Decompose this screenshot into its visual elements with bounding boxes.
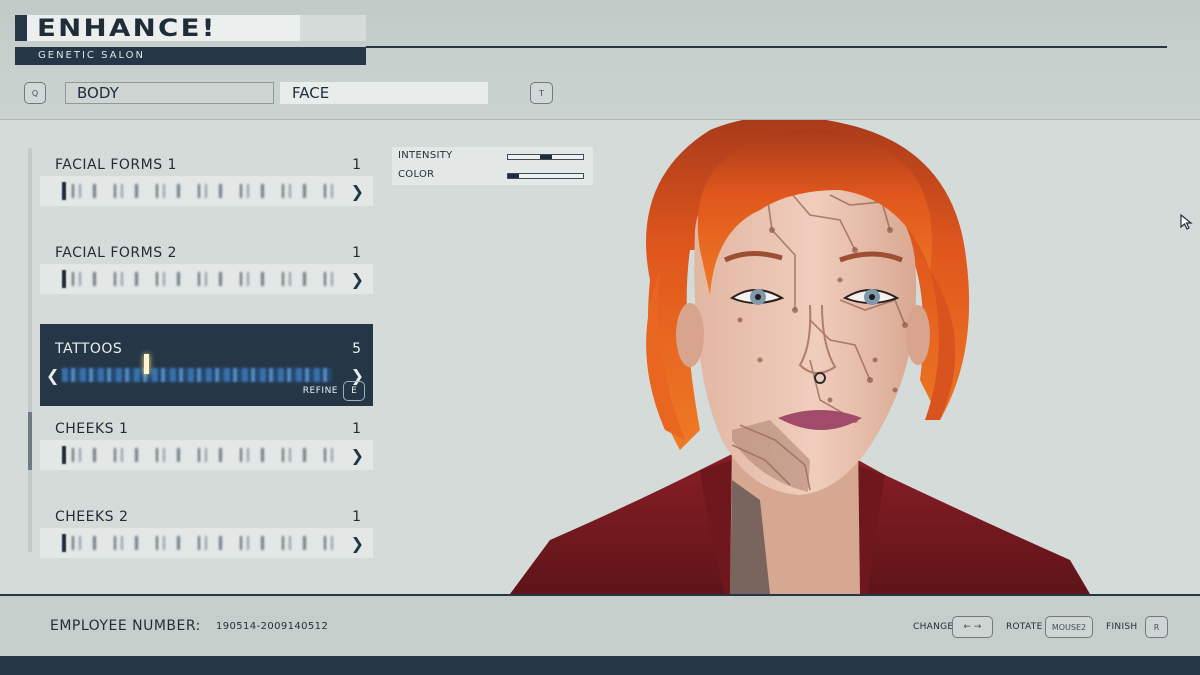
option-facial-forms-2[interactable]: FACIAL FORMS 2 1 ❯: [40, 228, 373, 308]
tab-left-key[interactable]: Q: [24, 82, 46, 104]
option-label: CHEEKS 2: [55, 509, 129, 525]
option-value: 1: [352, 421, 361, 437]
option-preview-strip[interactable]: ❯: [40, 440, 373, 470]
left-ear: [676, 303, 704, 367]
right-pupil: [869, 294, 875, 300]
mouse-cursor-icon: [1180, 214, 1193, 230]
preset-barcode: [62, 184, 342, 198]
character-portrait[interactable]: [510, 120, 1090, 594]
right-ear: [906, 305, 930, 365]
bottom-bar: [0, 656, 1200, 675]
finish-hint-label: FINISH: [1106, 622, 1138, 632]
chevron-right-icon[interactable]: ❯: [351, 270, 364, 289]
option-value: 5: [352, 341, 361, 357]
tattoo-sliders-panel: INTENSITY COLOR: [392, 147, 593, 185]
option-label: FACIAL FORMS 2: [55, 245, 177, 261]
preset-barcode: [62, 536, 342, 550]
option-label: FACIAL FORMS 1: [55, 157, 177, 173]
tab-right-key[interactable]: T: [530, 82, 553, 104]
finish-key[interactable]: R: [1145, 616, 1168, 638]
option-cheeks-2[interactable]: CHEEKS 2 1 ❯: [40, 492, 373, 572]
app-subtitle: GENETIC SALON: [38, 50, 146, 61]
option-value: 1: [352, 509, 361, 525]
option-preview-strip[interactable]: ❯: [40, 176, 373, 206]
preset-barcode: [62, 448, 342, 462]
preset-marker: [62, 182, 66, 200]
rotate-key[interactable]: MOUSE2: [1045, 616, 1093, 638]
main-area: FACIAL FORMS 1 1 ❯ FACIAL FORMS 2 1 ❯ TA…: [0, 120, 1200, 594]
change-key[interactable]: ← →: [952, 616, 993, 638]
option-cheeks-1[interactable]: CHEEKS 1 1 ❯: [40, 404, 373, 484]
intensity-slider[interactable]: [507, 154, 584, 160]
intensity-label: INTENSITY: [398, 150, 453, 161]
header-divider: [366, 46, 1167, 48]
intensity-slider-thumb[interactable]: [540, 155, 552, 159]
option-facial-forms-1[interactable]: FACIAL FORMS 1 1 ❯: [40, 140, 373, 220]
refine-label: REFINE: [302, 386, 338, 396]
rotate-hint-label: ROTATE: [1006, 622, 1043, 632]
employee-number-label: EMPLOYEE NUMBER:: [50, 618, 201, 634]
color-slider-fill[interactable]: [508, 174, 519, 178]
title-bar: ENHANCE!: [15, 15, 366, 41]
option-preview-strip[interactable]: ❯: [40, 528, 373, 558]
chevron-right-icon[interactable]: ❯: [351, 534, 364, 553]
title-fade: [300, 15, 366, 41]
color-label: COLOR: [398, 169, 435, 180]
subtitle-bar: GENETIC SALON: [15, 47, 366, 65]
options-scrollbar-thumb[interactable]: [28, 412, 32, 470]
option-tattoos[interactable]: TATTOOS 5 ❮ ❯ REFINE E: [40, 324, 373, 406]
options-scrollbar[interactable]: [28, 148, 32, 552]
change-hint-label: CHANGE: [913, 622, 954, 632]
chevron-right-icon[interactable]: ❯: [351, 182, 364, 201]
preset-marker: [62, 534, 66, 552]
preset-marker: [62, 270, 66, 288]
preset-barcode: [62, 368, 332, 382]
option-value: 1: [352, 245, 361, 261]
option-label: CHEEKS 1: [55, 421, 129, 437]
color-slider-row: COLOR: [398, 169, 588, 183]
intensity-slider-row: INTENSITY: [398, 150, 588, 164]
app-title: ENHANCE!: [37, 14, 217, 42]
option-label: TATTOOS: [55, 341, 123, 357]
title-accent: [15, 15, 27, 41]
left-pupil: [755, 294, 761, 300]
selected-preset-marker: [144, 354, 149, 374]
preset-marker: [62, 446, 66, 464]
preset-barcode: [62, 272, 342, 286]
chevron-right-icon[interactable]: ❯: [351, 446, 364, 465]
tab-face[interactable]: FACE: [280, 82, 488, 104]
option-preview-strip[interactable]: ❯: [40, 264, 373, 294]
tab-body[interactable]: BODY: [65, 82, 274, 104]
option-value: 1: [352, 157, 361, 173]
footer: EMPLOYEE NUMBER: 190514-2009140512 CHANG…: [0, 594, 1200, 656]
refine-key[interactable]: E: [343, 381, 365, 401]
chevron-left-icon[interactable]: ❮: [46, 366, 59, 385]
employee-number-value: 190514-2009140512: [216, 621, 329, 632]
color-slider[interactable]: [507, 173, 584, 179]
header: ENHANCE! GENETIC SALON Q BODY FACE T: [0, 0, 1200, 120]
